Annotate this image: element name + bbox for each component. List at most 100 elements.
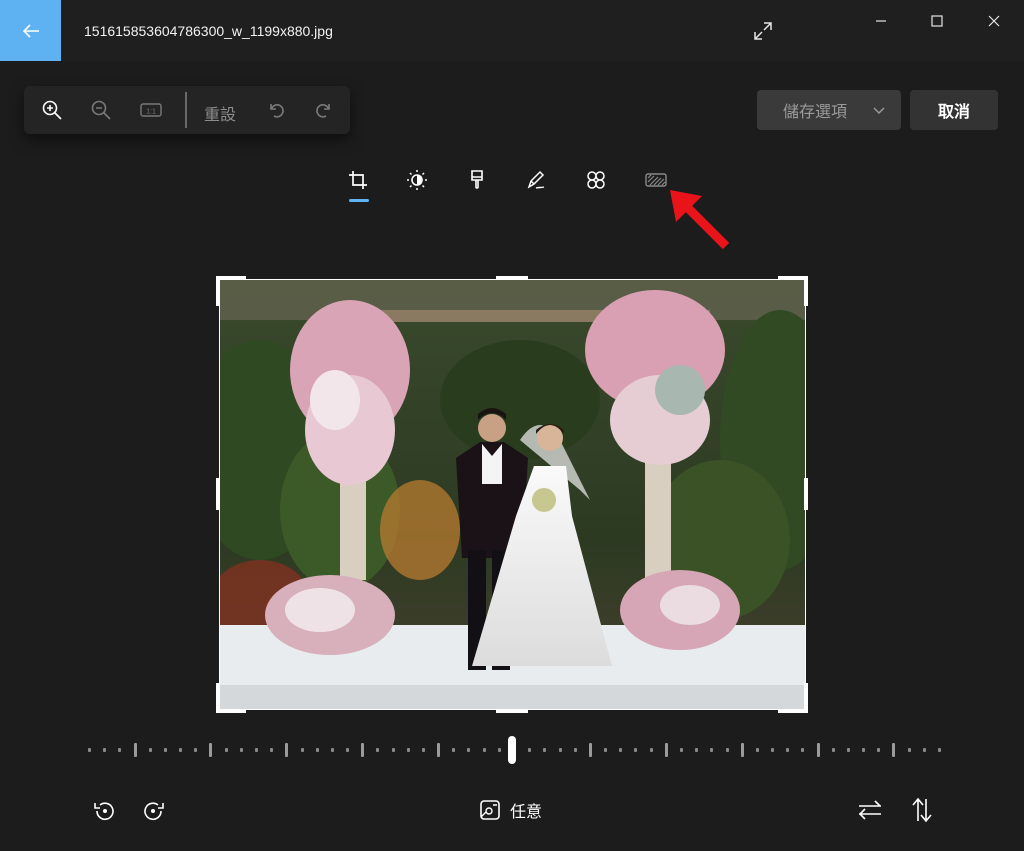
slider-tick xyxy=(134,743,137,757)
actual-size-button[interactable]: 1:1 xyxy=(138,98,164,122)
crop-handle-bottom-left-vertical[interactable] xyxy=(216,683,220,713)
slider-tick xyxy=(862,748,865,752)
crop-icon xyxy=(349,171,367,189)
maximize-button[interactable] xyxy=(924,8,950,34)
slider-tick xyxy=(209,743,212,757)
tab-markup[interactable] xyxy=(522,166,550,194)
slider-tick xyxy=(316,748,319,752)
chevron-down-icon xyxy=(873,107,885,115)
slider-tick xyxy=(589,743,592,757)
flip-vertical-button[interactable] xyxy=(908,796,936,824)
crop-handle-top[interactable] xyxy=(496,276,528,280)
redo-icon xyxy=(316,104,330,118)
title-bar: 151615853604786300_w_1199x880.jpg xyxy=(0,0,1024,61)
slider-tick xyxy=(422,748,425,752)
rotate-right-icon xyxy=(144,802,164,821)
zoom-in-button[interactable] xyxy=(40,98,64,122)
slider-tick xyxy=(240,748,243,752)
slider-tick xyxy=(908,748,911,752)
crop-handle-bottom-left[interactable] xyxy=(216,709,246,713)
slider-tick xyxy=(847,748,850,752)
brightness-icon xyxy=(407,170,427,190)
svg-text:1:1: 1:1 xyxy=(146,109,156,116)
annotation-arrow-icon xyxy=(670,190,730,250)
slider-tick xyxy=(103,748,106,752)
rotate-left-button[interactable] xyxy=(90,796,118,824)
fullscreen-button[interactable] xyxy=(750,18,776,44)
slider-tick xyxy=(301,748,304,752)
selected-tab-indicator xyxy=(349,199,369,202)
tab-crop[interactable] xyxy=(344,166,372,194)
slider-tick xyxy=(179,748,182,752)
slider-tick xyxy=(255,748,258,752)
minimize-icon xyxy=(876,20,886,22)
slider-tick xyxy=(634,748,637,752)
slider-tick xyxy=(559,748,562,752)
crop-handle-top-right-vertical[interactable] xyxy=(804,276,808,306)
slider-tick xyxy=(726,748,729,752)
slider-tick xyxy=(392,748,395,752)
slider-tick xyxy=(407,748,410,752)
slider-tick xyxy=(650,748,653,752)
slider-tick xyxy=(483,748,486,752)
slider-tick xyxy=(786,748,789,752)
crop-handle-right[interactable] xyxy=(804,478,808,510)
crop-handle-bottom-right-vertical[interactable] xyxy=(804,683,808,713)
slider-tick xyxy=(331,748,334,752)
aspect-ratio-button[interactable]: 任意 xyxy=(478,796,542,824)
slider-tick xyxy=(270,748,273,752)
file-name: 151615853604786300_w_1199x880.jpg xyxy=(84,23,333,39)
slider-tick xyxy=(680,748,683,752)
slider-tick xyxy=(817,743,820,757)
aspect-ratio-icon xyxy=(480,800,500,820)
slider-tick xyxy=(543,748,546,752)
undo-icon xyxy=(270,104,284,118)
rotate-right-button[interactable] xyxy=(140,796,168,824)
slider-tick xyxy=(361,743,364,757)
flip-horizontal-icon xyxy=(858,800,881,820)
minimize-button[interactable] xyxy=(868,8,894,34)
photo-canvas[interactable] xyxy=(219,279,806,710)
reset-button[interactable]: 重設 xyxy=(204,101,236,125)
slider-tick xyxy=(665,743,668,757)
straighten-slider-thumb[interactable] xyxy=(508,736,516,764)
close-button[interactable] xyxy=(981,8,1007,34)
slider-tick xyxy=(452,748,455,752)
slider-tick xyxy=(164,748,167,752)
slider-tick xyxy=(194,748,197,752)
slider-tick xyxy=(285,743,288,757)
pen-icon xyxy=(527,170,545,189)
rotate-left-icon xyxy=(94,802,114,821)
zoom-out-icon xyxy=(91,100,111,120)
actual-size-icon: 1:1 xyxy=(140,103,162,117)
tab-retouch[interactable] xyxy=(582,166,610,194)
slider-tick xyxy=(574,748,577,752)
tab-filter[interactable] xyxy=(463,166,491,194)
brush-icon xyxy=(471,170,483,189)
crop-handle-top-left-vertical[interactable] xyxy=(216,276,220,306)
slider-tick xyxy=(498,748,501,752)
crop-handle-bottom[interactable] xyxy=(496,709,528,713)
maximize-icon xyxy=(931,15,943,27)
slider-tick xyxy=(225,748,228,752)
zoom-out-button[interactable] xyxy=(89,98,113,122)
slider-tick xyxy=(376,748,379,752)
flip-horizontal-button[interactable] xyxy=(856,796,884,824)
save-options-button[interactable]: 儲存選項 xyxy=(757,90,901,130)
toolbar-divider xyxy=(185,92,187,128)
back-button[interactable] xyxy=(0,0,61,61)
undo-button[interactable] xyxy=(264,98,288,122)
tab-adjust[interactable] xyxy=(403,166,431,194)
slider-tick xyxy=(346,748,349,752)
flip-vertical-icon xyxy=(912,797,932,823)
crop-handle-top-left[interactable] xyxy=(216,276,246,280)
zoom-in-icon xyxy=(42,100,62,120)
slider-tick xyxy=(923,748,926,752)
cancel-button[interactable]: 取消 xyxy=(910,90,998,130)
crop-handle-left[interactable] xyxy=(216,478,220,510)
redo-button[interactable] xyxy=(312,98,336,122)
slider-tick xyxy=(118,748,121,752)
spot-fix-icon xyxy=(587,171,605,189)
slider-tick xyxy=(832,748,835,752)
back-arrow-icon xyxy=(22,23,39,38)
